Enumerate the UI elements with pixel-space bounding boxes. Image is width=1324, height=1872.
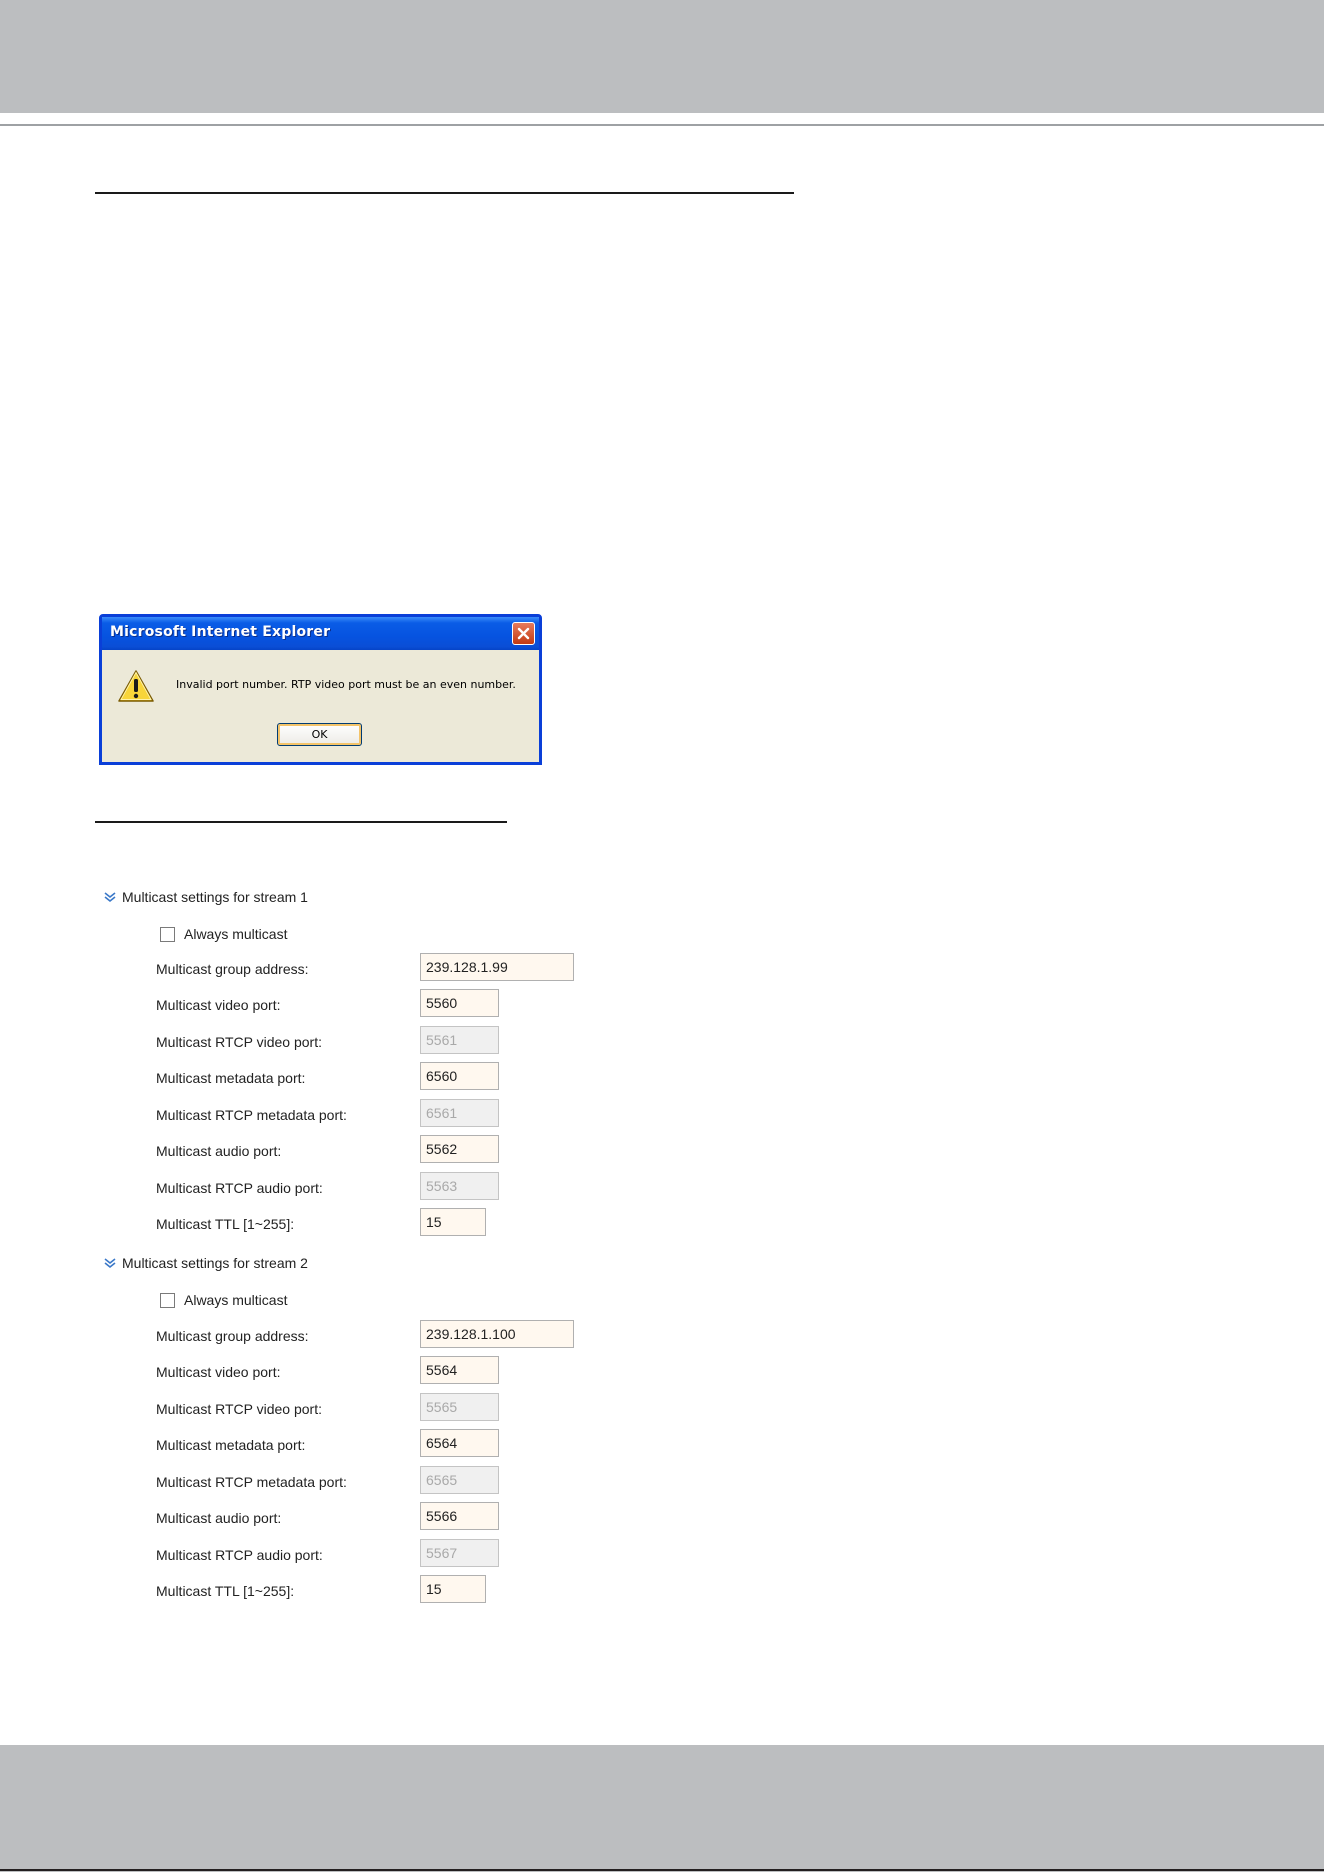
field-label: Multicast video port:: [156, 997, 281, 1013]
chevron-down-icon: [104, 892, 116, 903]
always-multicast-row: Always multicast: [160, 924, 287, 944]
multicast-rtcp-audio-port-input: 5567: [420, 1539, 499, 1567]
multicast-audio-port-input[interactable]: 5562: [420, 1135, 499, 1163]
multicast-rtcp-video-port-input: 5561: [420, 1026, 499, 1054]
multicast-rtcp-metadata-port-input: 6561: [420, 1099, 499, 1127]
stream-title: Multicast settings for stream 2: [122, 1255, 308, 1271]
stream-1-header[interactable]: Multicast settings for stream 1: [103, 887, 308, 907]
always-multicast-label: Always multicast: [184, 1292, 288, 1308]
close-icon: [517, 627, 530, 640]
field-label: Multicast group address:: [156, 1328, 309, 1344]
multicast-ttl-input[interactable]: 15: [420, 1208, 486, 1236]
field-label: Multicast metadata port:: [156, 1070, 306, 1086]
always-multicast-checkbox[interactable]: [160, 926, 175, 942]
field-label: Multicast RTCP video port:: [156, 1401, 322, 1417]
multicast-audio-port-input[interactable]: 5566: [420, 1502, 499, 1530]
multicast-rtcp-audio-port-input: 5563: [420, 1172, 499, 1200]
field-label: Multicast TTL [1~255]:: [156, 1216, 295, 1232]
stream-title: Multicast settings for stream 1: [122, 889, 308, 905]
multicast-video-port-input[interactable]: 5564: [420, 1356, 499, 1384]
field-label: Multicast TTL [1~255]:: [156, 1583, 295, 1599]
multicast-group-address-input[interactable]: 239.128.1.100: [420, 1320, 574, 1348]
multicast-rtcp-video-port-input: 5565: [420, 1393, 499, 1421]
always-multicast-row: Always multicast: [160, 1290, 287, 1310]
ok-button[interactable]: OK: [277, 723, 362, 746]
field-label: Multicast audio port:: [156, 1143, 282, 1159]
stream-2-header[interactable]: Multicast settings for stream 2: [103, 1253, 308, 1273]
chevron-down-icon: [104, 1258, 116, 1269]
field-label: Multicast RTCP metadata port:: [156, 1107, 347, 1123]
multicast-metadata-port-input[interactable]: 6564: [420, 1429, 499, 1457]
section-divider: [95, 192, 794, 194]
footer-band: [0, 1745, 1324, 1872]
field-label: Multicast audio port:: [156, 1510, 282, 1526]
always-multicast-checkbox[interactable]: [160, 1292, 175, 1308]
dialog-title-bar[interactable]: Microsoft Internet Explorer: [102, 617, 539, 650]
header-divider: [0, 124, 1324, 126]
field-label: Multicast RTCP metadata port:: [156, 1474, 347, 1490]
multicast-group-address-input[interactable]: 239.128.1.99: [420, 953, 574, 981]
multicast-metadata-port-input[interactable]: 6560: [420, 1062, 499, 1090]
field-label: Multicast RTCP audio port:: [156, 1547, 323, 1563]
close-button[interactable]: [512, 622, 535, 645]
footer-divider: [0, 1869, 1324, 1871]
multicast-rtcp-metadata-port-input: 6565: [420, 1466, 499, 1494]
multicast-video-port-input[interactable]: 5560: [420, 989, 499, 1017]
multicast-ttl-input[interactable]: 15: [420, 1575, 486, 1603]
field-label: Multicast RTCP video port:: [156, 1034, 322, 1050]
field-label: Multicast group address:: [156, 961, 309, 977]
field-label: Multicast RTCP audio port:: [156, 1180, 323, 1196]
section-divider: [95, 821, 507, 823]
header-band: [0, 0, 1324, 113]
dialog-title: Microsoft Internet Explorer: [110, 624, 331, 640]
always-multicast-label: Always multicast: [184, 926, 288, 942]
warning-icon: [118, 670, 154, 702]
alert-dialog: Microsoft Internet Explorer Invalid port…: [99, 614, 542, 765]
field-label: Multicast metadata port:: [156, 1437, 306, 1453]
field-label: Multicast video port:: [156, 1364, 281, 1380]
dialog-message: Invalid port number. RTP video port must…: [176, 678, 516, 691]
